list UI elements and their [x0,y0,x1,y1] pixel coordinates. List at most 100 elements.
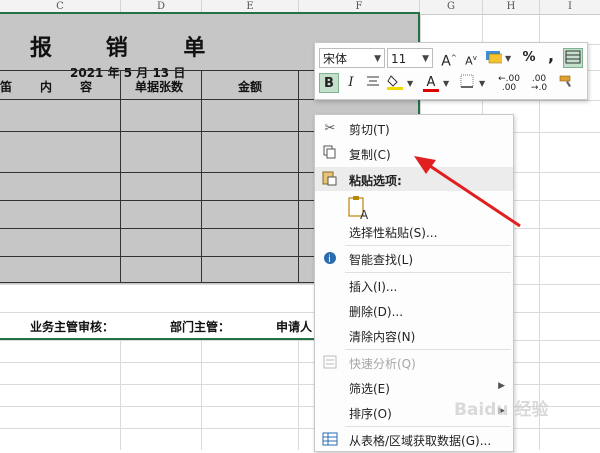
svg-text:A: A [360,208,369,221]
menu-item-paste-special[interactable]: 选择性粘贴(S)... [315,221,513,243]
chevron-down-icon: ▼ [374,54,381,64]
font-color-swatch [423,89,439,92]
paste-option-button[interactable]: A [347,195,371,222]
header-cell: 金额 [238,80,263,94]
quick-analysis-icon [321,354,339,372]
header-cell: 单据张数 [135,80,184,94]
column-header-c[interactable]: C [0,0,121,15]
info-search-icon: i [321,250,339,268]
fill-color-icon [387,75,403,90]
menu-item-label: 剪切(T) [349,123,390,137]
menu-item-label: 删除(D)... [349,305,404,319]
menu-separator [345,426,511,427]
percent-style-button[interactable]: % [519,48,539,68]
table-border [298,70,299,282]
fill-color-button[interactable] [385,73,405,93]
watermark: Baidu 经验 [452,396,598,422]
merge-cells-button[interactable] [563,48,583,68]
form-title-char: 销 [105,35,130,61]
currency-format-button[interactable] [483,48,504,68]
menu-item-insert[interactable]: 插入(I)... [315,275,513,297]
menu-item-label: 清除内容(N) [349,330,416,344]
clipboard-icon [321,170,337,189]
paste-clipboard-icon: A [348,196,369,222]
grid-line [298,340,299,450]
comma-style-button[interactable]: , [541,46,561,66]
form-title-char: 报 [30,35,55,61]
column-header-label: E [246,1,254,12]
chevron-down-icon[interactable]: ▼ [443,79,449,88]
column-header-label: F [355,1,363,12]
italic-icon: I [348,75,354,90]
menu-item-get-data[interactable]: 从表格/区域获取数据(G)... [315,429,513,451]
borders-icon [460,74,474,88]
format-painter-button[interactable] [557,73,577,93]
menu-item-delete[interactable]: 删除(D)... [315,300,513,322]
table-icon [321,431,339,449]
decrease-decimal-button[interactable]: .00 →.0 [525,73,553,93]
footer-label: 业务主管审核： [30,320,115,334]
column-header-label: G [447,1,455,12]
italic-button[interactable]: I [341,73,361,93]
grid-line [201,340,202,450]
font-color-button[interactable]: A [421,73,441,93]
column-header-d[interactable]: D [121,0,202,15]
font-name-value: 宋体 [323,52,348,66]
menu-separator [345,245,511,246]
grow-font-button[interactable]: A^ [439,48,459,70]
menu-item-copy[interactable]: 复制(C) [315,143,513,165]
column-header-f[interactable]: F [299,0,420,15]
bold-button[interactable]: B [319,73,339,93]
menu-item-cut[interactable]: ✂ 剪切(T) [315,118,513,140]
mini-toolbar: 宋体 ▼ 11 ▼ A^ Av ▼ % , B I ▼ A ▼ ▼ ←.00 .… [314,42,588,100]
chevron-down-icon[interactable]: ▼ [505,54,511,63]
font-size-dropdown[interactable]: 11 ▼ [387,48,433,68]
paste-options-label: 粘贴选项: [349,174,402,188]
chevron-right-icon: ▶ [498,381,505,391]
menu-separator [345,349,511,350]
column-header-g[interactable]: G [420,0,483,15]
baidu-paw-icon: Baidu 经验 [454,399,549,420]
menu-separator [345,272,511,273]
font-color-icon: A [426,75,436,90]
menu-item-label: 筛选(E) [349,382,390,396]
column-header-label: C [56,1,64,12]
chevron-down-icon[interactable]: ▼ [407,79,413,88]
scissors-icon: ✂ [324,121,336,136]
menu-item-label: 快速分析(Q) [349,357,416,371]
menu-item-label: 选择性粘贴(S)... [349,226,438,240]
menu-item-label: 插入(I)... [349,280,398,294]
menu-item-smart-lookup[interactable]: i 智能查找(L) [315,248,513,270]
menu-item-quick-analysis: 快速分析(Q) [315,352,513,374]
footer-label: 部门主管： [170,320,231,334]
column-header-label: D [156,1,166,12]
chevron-down-icon[interactable]: ▼ [479,79,485,88]
table-border [201,70,202,282]
column-header-e[interactable]: E [202,0,299,15]
form-title: 报 销 单 [30,30,207,62]
paintbrush-icon [559,75,571,87]
menu-item-clear[interactable]: 清除内容(N) [315,325,513,347]
percent-icon: % [522,50,536,65]
grow-font-icon: A [441,53,451,70]
menu-item-label: 复制(C) [349,148,391,162]
align-center-button[interactable] [363,73,383,93]
borders-button[interactable] [457,73,477,93]
bold-icon: B [324,76,334,91]
menu-item-label: 智能查找(L) [349,253,414,267]
grid-line [120,340,121,450]
svg-text:i: i [328,254,331,265]
shrink-font-button[interactable]: Av [461,48,481,68]
column-header-label: I [568,1,572,12]
font-name-dropdown[interactable]: 宋体 ▼ [319,48,385,68]
column-header-h[interactable]: H [483,0,540,15]
copy-icon [321,145,339,163]
merge-cells-icon [565,50,581,64]
header-cell: 内 [40,80,53,94]
form-title-char: 单 [183,35,208,61]
menu-item-label: 从表格/区域获取数据(G)... [349,434,492,448]
increase-decimal-button[interactable]: ←.00 .00 [495,73,523,93]
footer-label: 申请人 [276,320,313,334]
font-size-value: 11 [391,52,407,66]
column-header-i[interactable]: I [540,0,600,15]
